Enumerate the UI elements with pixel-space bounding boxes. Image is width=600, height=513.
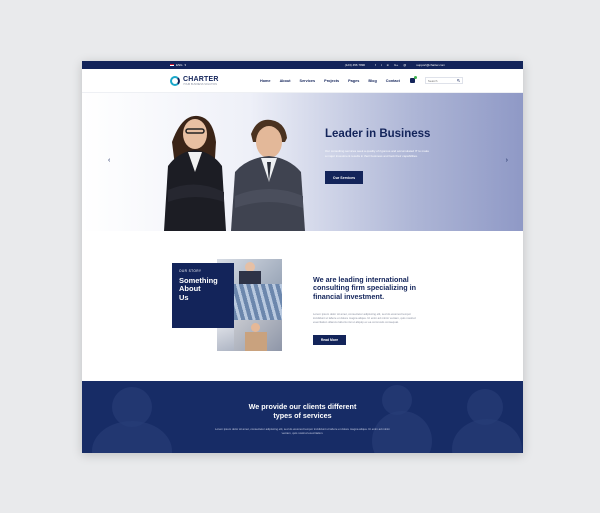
services-band: We provide our clients different types o… [82, 381, 523, 453]
menu: Home About Services Projects Pages Blog … [260, 79, 400, 83]
story-heading: We are leading international consulting … [313, 275, 417, 301]
instagram-icon[interactable]: @ [403, 63, 406, 67]
menu-item-blog[interactable]: Blog [368, 79, 376, 83]
logo-tagline: YOUR BUSINESS SOLUTION [183, 82, 218, 86]
services-title: We provide our clients different types o… [248, 402, 357, 420]
hero-subtitle: Our consulting services seek a quality o… [325, 149, 429, 158]
search-box[interactable] [424, 77, 463, 84]
flag-icon [170, 63, 174, 67]
our-services-button[interactable]: Our Services [325, 171, 363, 184]
businessman-image [231, 119, 305, 231]
email-link[interactable]: support@charter.com [416, 63, 445, 67]
hero-title: Leader in Business [325, 128, 431, 140]
services-description: Lorem ipsum dolor sit amet, consectetur … [215, 427, 390, 435]
website-page: ENG ▾ (123) 456 7890 f t in G+ @ support… [82, 61, 523, 453]
hero-slider: ‹ › Leader in Business Our consulting se… [82, 93, 523, 231]
cart-icon[interactable] [409, 76, 417, 83]
language-selector[interactable]: ENG ▾ [170, 63, 186, 67]
chevron-down-icon: ▾ [184, 63, 187, 67]
twitter-icon[interactable]: t [381, 63, 382, 67]
story-section: OUR STORY Something About Us We are lead… [82, 231, 523, 381]
language-label: ENG [176, 63, 183, 67]
our-story-card: OUR STORY Something About Us [172, 263, 234, 328]
menu-item-contact[interactable]: Contact [386, 79, 400, 83]
story-paragraph: Lorem ipsum dolor sit amet, consectetur … [313, 312, 416, 324]
menu-item-projects[interactable]: Projects [324, 79, 339, 83]
phone-text: (123) 456 7890 [344, 63, 366, 67]
cart-badge [413, 76, 417, 79]
menu-item-services[interactable]: Services [300, 79, 316, 83]
menu-item-pages[interactable]: Pages [348, 79, 359, 83]
search-icon[interactable] [456, 79, 460, 82]
social-links: f t in G+ @ [375, 63, 406, 67]
businesswoman-image [164, 115, 226, 231]
google-plus-icon[interactable]: G+ [394, 63, 398, 67]
menu-item-about[interactable]: About [280, 79, 291, 83]
logo-icon [170, 75, 180, 86]
logo-name: CHARTER [183, 75, 219, 83]
facebook-icon[interactable]: f [375, 63, 376, 67]
menu-item-home[interactable]: Home [260, 79, 271, 83]
slider-prev-icon[interactable]: ‹ [108, 157, 110, 164]
slider-next-icon[interactable]: › [506, 157, 508, 164]
linkedin-icon[interactable]: in [387, 63, 389, 67]
our-story-label: OUR STORY [179, 269, 202, 273]
main-navigation: CHARTER YOUR BUSINESS SOLUTION Home Abou… [82, 69, 523, 93]
read-more-button[interactable]: Read More [313, 335, 346, 345]
logo[interactable]: CHARTER YOUR BUSINESS SOLUTION [170, 75, 240, 86]
search-input[interactable] [427, 78, 456, 83]
top-bar: ENG ▾ (123) 456 7890 f t in G+ @ support… [82, 61, 523, 69]
our-story-title: Something About Us [179, 276, 218, 302]
